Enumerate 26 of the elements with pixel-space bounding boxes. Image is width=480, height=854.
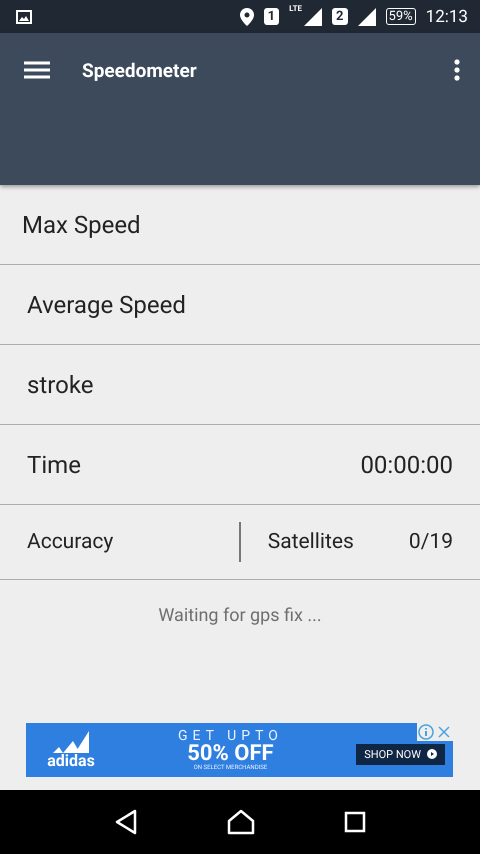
play-icon [427, 749, 437, 759]
location-icon [240, 8, 254, 26]
shop-now-button[interactable]: SHOP NOW [356, 744, 445, 764]
row-label: stroke [27, 370, 94, 398]
row-label: Max Speed [22, 210, 141, 238]
signal-icon [304, 8, 322, 26]
sim-label: 1 [264, 8, 280, 25]
row-label: Time [27, 450, 81, 478]
battery-indicator: 59% [386, 8, 416, 25]
row-label: Satellites [268, 530, 354, 554]
row-label: Accuracy [27, 530, 114, 554]
network-type: LTE [289, 4, 302, 13]
sim-label: 2 [332, 8, 348, 25]
clock: 12:13 [426, 6, 468, 26]
more-icon[interactable] [454, 59, 460, 81]
status-message: Waiting for gps fix ... [157, 605, 323, 626]
image-icon [16, 10, 32, 24]
row-label: Average Speed [27, 290, 186, 318]
brand-name: adidas [47, 753, 95, 769]
ad-offer: 50% OFF [187, 743, 274, 765]
app-title: Speedometer [82, 58, 198, 82]
menu-icon[interactable] [24, 61, 50, 79]
row-value: 0/19 [408, 530, 453, 554]
row-value: 00:00:00 [360, 450, 453, 478]
ad-headline: GET UPTO [178, 729, 283, 743]
signal-icon [358, 8, 376, 26]
